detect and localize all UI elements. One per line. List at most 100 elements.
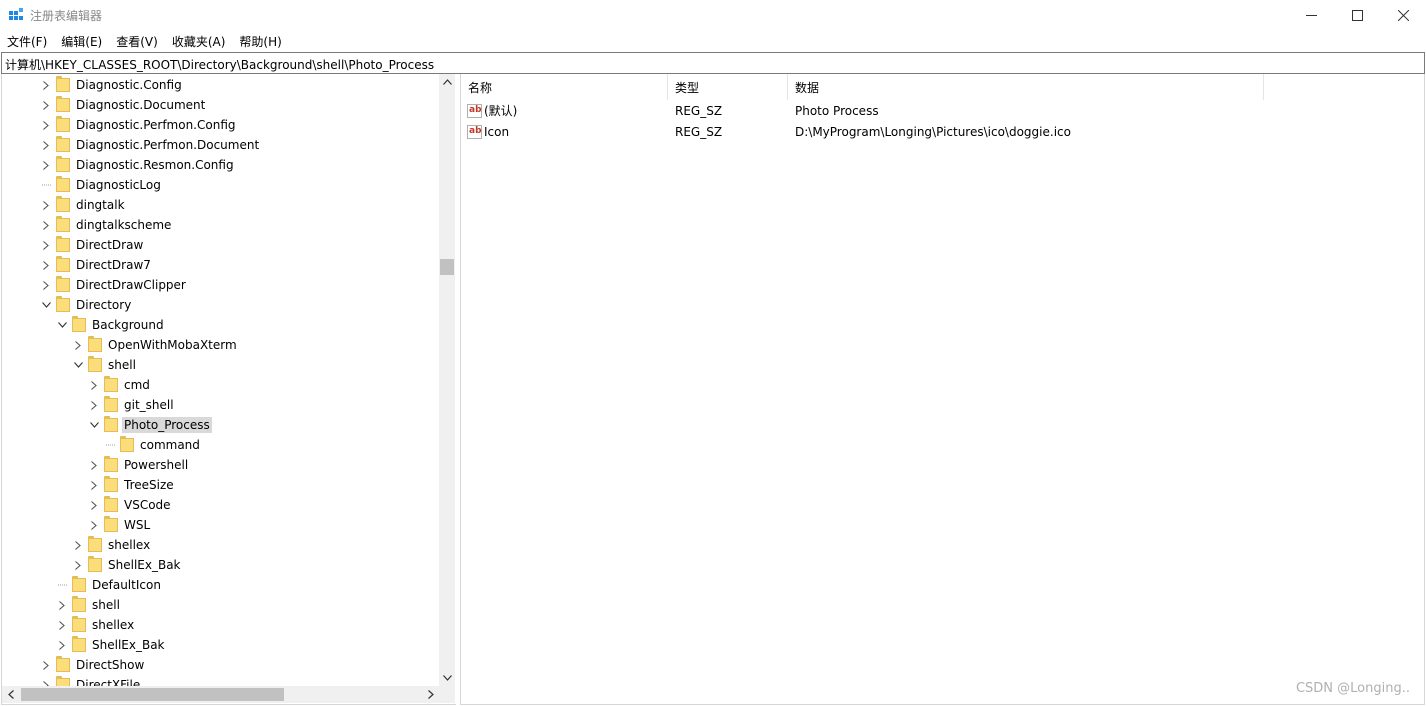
expand-chevron-icon[interactable]	[87, 395, 101, 415]
expand-chevron-icon[interactable]	[39, 235, 53, 255]
tree-item[interactable]: ShellEx_Bak	[71, 555, 183, 575]
expand-chevron-icon[interactable]	[55, 615, 69, 635]
tree-item[interactable]: DefaultIcon	[55, 575, 163, 595]
tree-item-label: VSCode	[124, 498, 171, 512]
tree-item[interactable]: DirectXFile	[39, 675, 142, 686]
tree-item[interactable]: Diagnostic.Perfmon.Document	[39, 135, 261, 155]
expand-chevron-icon[interactable]	[39, 95, 53, 115]
scroll-up-button[interactable]	[439, 74, 455, 90]
hscroll-thumb[interactable]	[21, 688, 284, 701]
tree-item[interactable]: DirectShow	[39, 655, 146, 675]
title-bar[interactable]: 注册表编辑器	[0, 0, 1426, 30]
expand-chevron-icon[interactable]	[87, 475, 101, 495]
expand-chevron-icon[interactable]	[87, 515, 101, 535]
expand-chevron-icon[interactable]	[39, 115, 53, 135]
tree-item[interactable]: Powershell	[87, 455, 190, 475]
tree-item-label: ShellEx_Bak	[92, 638, 165, 652]
expand-chevron-icon[interactable]	[71, 335, 85, 355]
menu-edit[interactable]: 编辑(E)	[54, 30, 109, 52]
value-data: Photo Process	[795, 103, 879, 118]
menu-help[interactable]: 帮助(H)	[232, 30, 288, 52]
minimize-button[interactable]	[1288, 0, 1334, 30]
expand-chevron-icon[interactable]	[39, 655, 53, 675]
menu-favorites[interactable]: 收藏夹(A)	[165, 30, 233, 52]
value-row[interactable]: ab Icon REG_SZ D:\MyProgram\Longing\Picture…	[461, 121, 1421, 142]
collapse-chevron-icon[interactable]	[39, 295, 53, 315]
tree-item[interactable]: git_shell	[87, 395, 176, 415]
tree-item-label: dingtalkscheme	[76, 218, 172, 232]
expand-chevron-icon[interactable]	[87, 455, 101, 475]
expand-chevron-icon[interactable]	[39, 215, 53, 235]
expand-chevron-icon[interactable]	[39, 135, 53, 155]
tree-item[interactable]: TreeSize	[87, 475, 176, 495]
tree-vertical-scrollbar[interactable]	[439, 74, 455, 686]
tree-item[interactable]: DirectDrawClipper	[39, 275, 188, 295]
tree-item-label: Diagnostic.Config	[76, 78, 182, 92]
tree-item[interactable]: DirectDraw	[39, 235, 145, 255]
tree-item[interactable]: WSL	[87, 515, 152, 535]
tree-item-label: Diagnostic.Perfmon.Config	[76, 118, 236, 132]
tree-item[interactable]: ShellEx_Bak	[55, 635, 167, 655]
maximize-button[interactable]	[1334, 0, 1380, 30]
tree-item[interactable]: dingtalkscheme	[39, 215, 173, 235]
expand-chevron-icon[interactable]	[39, 155, 53, 175]
scroll-left-button[interactable]	[2, 686, 19, 703]
tree-item[interactable]: shellex	[71, 535, 152, 555]
expand-chevron-icon[interactable]	[55, 635, 69, 655]
tree-item[interactable]: shellex	[55, 615, 136, 635]
tree-item[interactable]: Background	[55, 315, 166, 335]
tree-item[interactable]: dingtalk	[39, 195, 127, 215]
expand-chevron-icon[interactable]	[39, 75, 53, 95]
scroll-down-button[interactable]	[439, 670, 455, 686]
tree-item-label: ShellEx_Bak	[108, 558, 181, 572]
tree-item[interactable]: OpenWithMobaXterm	[71, 335, 239, 355]
tree-item-label: WSL	[124, 518, 151, 532]
watermark: CSDN @Longing..	[1295, 681, 1410, 696]
tree-item[interactable]: Photo_Process	[87, 415, 212, 435]
collapse-chevron-icon[interactable]	[71, 355, 85, 375]
column-header-data[interactable]: 数据	[788, 74, 1264, 100]
tree-item-label: DirectDraw	[76, 238, 144, 252]
expand-chevron-icon[interactable]	[87, 495, 101, 515]
tree-item-label: shell	[92, 598, 120, 612]
tree-item[interactable]: shell	[55, 595, 122, 615]
expand-chevron-icon[interactable]	[55, 595, 69, 615]
folder-icon	[104, 376, 118, 392]
tree-item[interactable]: Directory	[39, 295, 133, 315]
pane-splitter[interactable]	[455, 74, 459, 704]
tree-item[interactable]: Diagnostic.Document	[39, 95, 207, 115]
tree-item[interactable]: Diagnostic.Perfmon.Config	[39, 115, 238, 135]
scroll-thumb[interactable]	[440, 259, 454, 275]
column-header-type[interactable]: 类型	[668, 74, 788, 100]
menu-bar: 文件(F) 编辑(E) 查看(V) 收藏夹(A) 帮助(H)	[0, 30, 1426, 52]
expand-chevron-icon[interactable]	[39, 275, 53, 295]
tree-horizontal-scrollbar[interactable]	[2, 686, 439, 703]
tree-item[interactable]: shell	[71, 355, 138, 375]
tree-item[interactable]: VSCode	[87, 495, 173, 515]
value-type: REG_SZ	[675, 124, 723, 139]
tree-item[interactable]: Diagnostic.Resmon.Config	[39, 155, 236, 175]
expand-chevron-icon[interactable]	[39, 675, 53, 686]
expand-chevron-icon[interactable]	[71, 535, 85, 555]
tree-item[interactable]: DirectDraw7	[39, 255, 153, 275]
scroll-right-button[interactable]	[422, 686, 439, 703]
tree-item[interactable]: DiagnosticLog	[39, 175, 163, 195]
menu-view[interactable]: 查看(V)	[109, 30, 165, 52]
tree-item[interactable]: Diagnostic.Config	[39, 75, 184, 95]
collapse-chevron-icon[interactable]	[87, 415, 101, 435]
value-row[interactable]: ab (默认) REG_SZ Photo Process	[461, 100, 1421, 121]
menu-file[interactable]: 文件(F)	[0, 30, 54, 52]
expand-chevron-icon[interactable]	[39, 195, 53, 215]
tree-item-label: shellex	[108, 538, 151, 552]
column-header-name[interactable]: 名称	[461, 74, 668, 100]
address-bar[interactable]: 计算机\HKEY_CLASSES_ROOT\Directory\Backgrou…	[1, 52, 1425, 74]
tree-item[interactable]: command	[103, 435, 202, 455]
collapse-chevron-icon[interactable]	[55, 315, 69, 335]
address-path[interactable]: 计算机\HKEY_CLASSES_ROOT\Directory\Backgrou…	[5, 56, 434, 73]
expand-chevron-icon[interactable]	[71, 555, 85, 575]
close-button[interactable]	[1380, 0, 1426, 30]
expand-chevron-icon[interactable]	[87, 375, 101, 395]
tree-item[interactable]: cmd	[87, 375, 152, 395]
folder-icon	[56, 276, 70, 292]
expand-chevron-icon[interactable]	[39, 255, 53, 275]
